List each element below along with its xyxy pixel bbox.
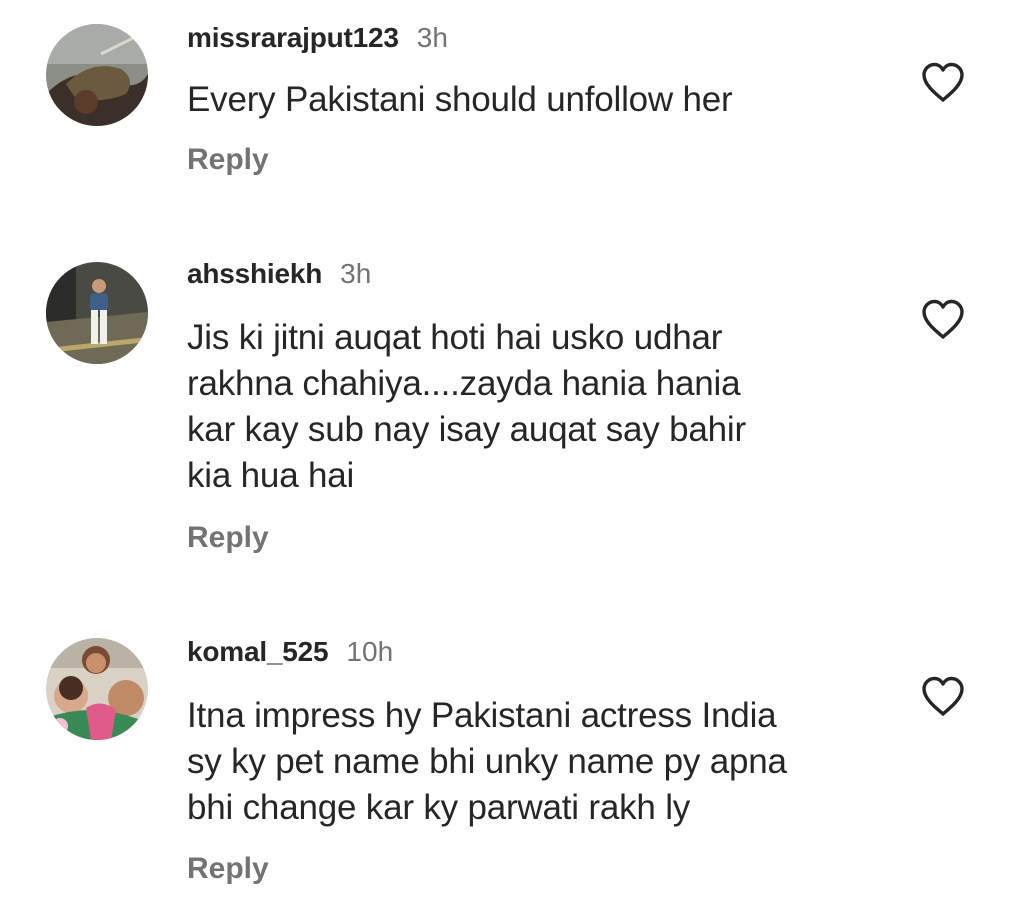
reply-button[interactable]: Reply bbox=[187, 852, 269, 886]
timestamp: 10h bbox=[346, 636, 394, 667]
heart-outline-icon bbox=[922, 62, 964, 102]
comment-text-line: bhi change kar ky parwati rakh ly bbox=[187, 788, 691, 827]
avatar-image bbox=[46, 24, 148, 126]
comment-meta: missrarajput123 3h bbox=[187, 22, 448, 58]
username[interactable]: ahsshiekh bbox=[187, 258, 322, 290]
reply-button[interactable]: Reply bbox=[187, 143, 269, 177]
comment-text-line: Jis ki jitni auqat hoti hai usko udhar bbox=[187, 318, 723, 357]
like-button[interactable] bbox=[920, 61, 966, 103]
like-button[interactable] bbox=[920, 298, 966, 340]
comment-text-line: sy ky pet name bhi unky name py apna bbox=[187, 742, 787, 781]
avatar-image bbox=[46, 638, 148, 740]
comment-text: Itna impress hy Pakistani actress India … bbox=[187, 693, 887, 831]
reply-button[interactable]: Reply bbox=[187, 521, 269, 555]
like-button[interactable] bbox=[920, 675, 966, 717]
avatar[interactable] bbox=[46, 262, 148, 364]
avatar[interactable] bbox=[46, 24, 148, 126]
heart-outline-icon bbox=[922, 299, 964, 339]
username[interactable]: missrarajput123 bbox=[187, 22, 399, 54]
comment-text-line: Itna impress hy Pakistani actress India bbox=[187, 696, 777, 735]
heart-outline-icon bbox=[922, 676, 964, 716]
avatar[interactable] bbox=[46, 638, 148, 740]
comment-text-line: kia hua hai bbox=[187, 456, 355, 495]
timestamp: 3h bbox=[416, 22, 448, 53]
avatar-image bbox=[46, 262, 148, 364]
comment-text: Jis ki jitni auqat hoti hai usko udhar r… bbox=[187, 315, 887, 499]
username[interactable]: komal_525 bbox=[187, 636, 329, 668]
comment-text-line: rakhna chahiya....zayda hania hania bbox=[187, 364, 741, 403]
timestamp: 3h bbox=[340, 258, 372, 289]
comment-text: Every Pakistani should unfollow her bbox=[187, 80, 733, 119]
comment-text-line: kar kay sub nay isay auqat say bahir bbox=[187, 410, 746, 449]
comment-meta: ahsshiekh 3h bbox=[187, 258, 371, 294]
comment-meta: komal_525 10h bbox=[187, 636, 393, 672]
